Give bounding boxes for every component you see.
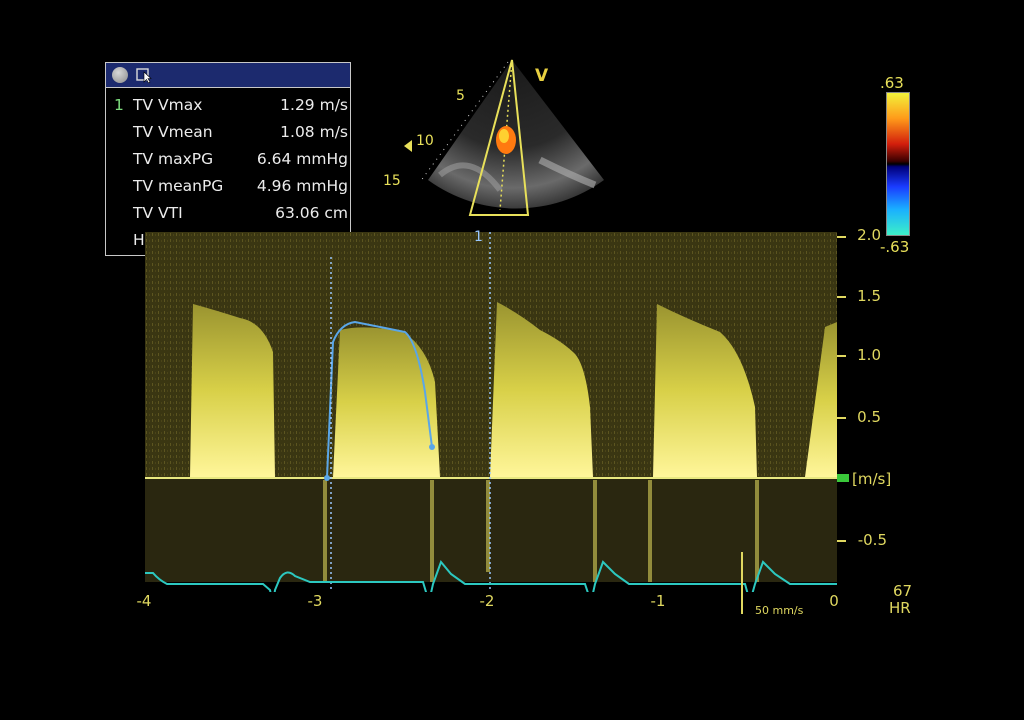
velocity-tick-mark [837,236,846,238]
heart-rate-value: 67 [893,582,913,600]
measurement-value: 4.96 mmHg [256,177,348,195]
heart-rate-label: HR [889,599,911,617]
measurement-row[interactable]: TV maxPG 6.64 mmHg [106,146,350,173]
velocity-tick-mark [837,417,846,419]
measurement-name: TV Vmean [133,123,213,141]
measurement-row[interactable]: TV meanPG 4.96 mmHg [106,173,350,200]
measurement-name: TV maxPG [133,150,214,168]
velocity-tick-mark [837,296,846,298]
time-tick: -4 [136,592,152,610]
measurement-name: TV VTI [133,204,183,222]
color-scale-max: .63 [880,74,904,92]
measurement-name: TV Vmax [133,96,203,114]
sweep-speed-marker [741,552,743,614]
doppler-spectrum[interactable] [145,232,837,592]
measurement-value: 63.06 cm [275,204,348,222]
color-scale-min: -.63 [880,238,910,256]
velocity-tick: -0.5 [857,531,887,549]
record-icon[interactable] [112,67,128,83]
measurement-value: 1.08 m/s [280,123,348,141]
cursor-marker: 1 [474,229,483,245]
measurement-value: 1.29 m/s [280,96,348,114]
sweep-speed-label: 50 mm/s [755,604,804,617]
measurement-row[interactable]: TV Vmean 1.08 m/s [106,119,350,146]
measurement-index: 1 [114,96,124,114]
color-velocity-bar [886,92,910,236]
depth-label: 10 [416,133,434,149]
measurement-value: 6.64 mmHg [256,150,348,168]
measurement-row[interactable]: TV VTI 63.06 cm [106,200,350,227]
velocity-tick-mark [837,540,846,542]
probe-marker: V [535,66,549,86]
measurement-row[interactable]: 1 TV Vmax 1.29 m/s [106,92,350,119]
time-tick: -1 [650,592,666,610]
measurement-panel: 1 TV Vmax 1.29 m/s TV Vmean 1.08 m/s TV … [105,62,351,256]
baseline-marker[interactable] [837,474,849,482]
depth-label: 15 [383,173,401,189]
time-tick: 0 [829,592,839,610]
measurement-name: TV meanPG [133,177,224,195]
velocity-tick-mark [837,355,846,357]
measurement-panel-header [106,63,350,88]
measurement-list: 1 TV Vmax 1.29 m/s TV Vmean 1.08 m/s TV … [106,88,350,254]
time-tick: -3 [307,592,323,610]
time-tick: -2 [479,592,495,610]
velocity-unit: [m/s] [852,470,892,488]
pointer-icon[interactable] [136,67,154,83]
velocity-tick: 2.0 [857,226,881,244]
depth-label: 5 [456,88,465,104]
